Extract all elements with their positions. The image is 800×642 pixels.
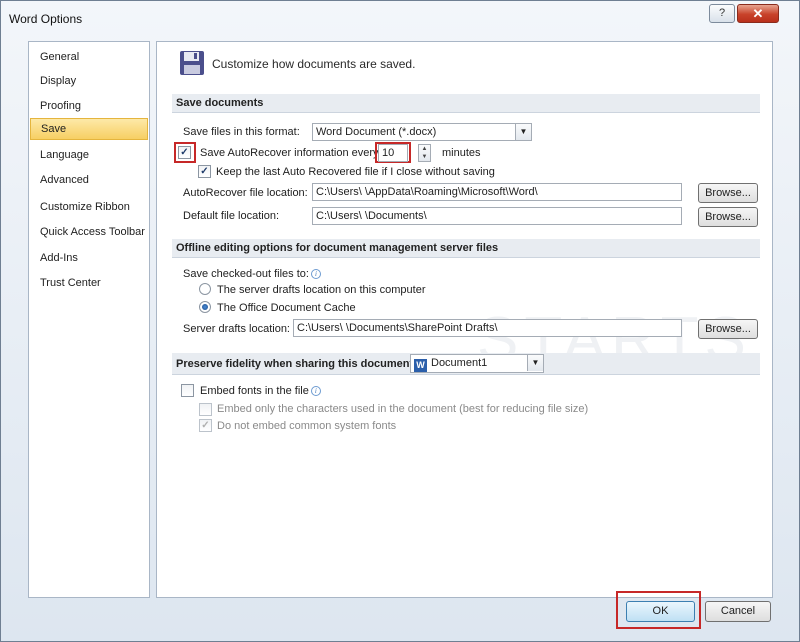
section-save-documents: Save documents — [172, 94, 760, 113]
browse-default-location-button[interactable]: Browse... — [698, 207, 758, 227]
autorecover-label: Save AutoRecover information every — [200, 147, 379, 159]
cancel-button[interactable]: Cancel — [705, 601, 771, 622]
sidebar-item-trust-center[interactable]: Trust Center — [29, 272, 149, 294]
help-icon[interactable]: ? — [709, 4, 735, 23]
server-drafts-location-input[interactable]: C:\Users\ \Documents\SharePoint Drafts\ — [293, 319, 682, 337]
save-format-value: Word Document (*.docx) — [316, 126, 437, 138]
autorecover-location-input[interactable]: C:\Users\ \AppData\Roaming\Microsoft\Wor… — [312, 183, 682, 201]
embed-fonts-checkbox[interactable] — [181, 384, 194, 397]
sidebar-item-proofing[interactable]: Proofing — [29, 95, 149, 117]
default-location-label: Default file location: — [183, 210, 279, 222]
browse-server-drafts-button[interactable]: Browse... — [698, 319, 758, 339]
server-drafts-option-label: The server drafts location on this compu… — [217, 284, 426, 296]
close-icon[interactable]: ✕ — [737, 4, 779, 23]
save-format-label: Save files in this format: — [183, 126, 300, 138]
info-icon: i — [310, 269, 321, 279]
window-title: Word Options — [9, 12, 83, 26]
radio-office-document-cache[interactable] — [199, 301, 211, 313]
sidebar-item-save[interactable]: Save — [30, 118, 148, 140]
fidelity-document-value: Document1 — [431, 357, 488, 369]
sidebar-item-display[interactable]: Display — [29, 70, 149, 92]
checkout-label: Save checked-out files to: i — [183, 268, 321, 280]
embed-fonts-label-text: Embed fonts in the file — [200, 385, 309, 397]
page-header: Customize how documents are saved. — [212, 57, 416, 71]
embed-only-used-label: Embed only the characters used in the do… — [217, 403, 589, 415]
word-options-dialog: Word Options ? ✕ General Display Proofin… — [0, 0, 800, 642]
autorecover-minutes-input[interactable]: 10 — [378, 144, 408, 162]
sidebar-item-advanced[interactable]: Advanced — [29, 169, 149, 191]
options-content-pane: STARTS Customize how documents are saved… — [156, 41, 773, 598]
browse-autorecover-button[interactable]: Browse... — [698, 183, 758, 203]
chevron-down-icon: ▼ — [515, 124, 531, 140]
chevron-down-icon: ▼ — [527, 355, 543, 371]
ok-button[interactable]: OK — [626, 601, 695, 622]
minutes-label: minutes — [442, 147, 481, 159]
embed-only-used-checkbox[interactable] — [199, 403, 212, 416]
autorecover-checkbox[interactable]: ✓ — [178, 146, 191, 159]
default-location-input[interactable]: C:\Users\ \Documents\ — [312, 207, 682, 225]
checkout-label-text: Save checked-out files to: — [183, 268, 309, 280]
save-format-select[interactable]: Word Document (*.docx) ▼ — [312, 123, 532, 141]
office-cache-option-label: The Office Document Cache — [217, 302, 356, 314]
word-document-icon: W — [414, 359, 427, 372]
sidebar-item-language[interactable]: Language — [29, 144, 149, 166]
do-not-embed-common-label: Do not embed common system fonts — [217, 420, 397, 432]
preserve-fidelity-label: Preserve fidelity when sharing this docu… — [176, 358, 417, 370]
section-offline-editing: Offline editing options for document man… — [172, 239, 760, 258]
info-icon: i — [310, 386, 321, 396]
title-bar: Word Options ? ✕ — [1, 1, 799, 37]
fidelity-document-select[interactable]: W Document1 ▼ — [410, 354, 544, 373]
autorecover-location-label: AutoRecover file location: — [183, 187, 308, 199]
server-drafts-location-label: Server drafts location: — [183, 323, 290, 335]
sidebar-item-quick-access-toolbar[interactable]: Quick Access Toolbar — [29, 221, 149, 243]
embed-fonts-label: Embed fonts in the file i — [200, 385, 321, 397]
sidebar-item-add-ins[interactable]: Add-Ins — [29, 247, 149, 269]
minutes-spinner[interactable]: ▲ ▼ — [418, 144, 431, 162]
keep-last-autorecovered-label: Keep the last Auto Recovered file if I c… — [216, 166, 495, 178]
keep-last-autorecovered-checkbox[interactable]: ✓ — [198, 165, 211, 178]
options-sidebar: General Display Proofing Save Language A… — [28, 41, 150, 598]
radio-server-drafts[interactable] — [199, 283, 211, 295]
do-not-embed-common-checkbox[interactable]: ✓ — [199, 419, 212, 432]
sidebar-item-general[interactable]: General — [29, 46, 149, 68]
sidebar-item-customize-ribbon[interactable]: Customize Ribbon — [29, 196, 149, 218]
floppy-disk-icon — [180, 51, 204, 75]
